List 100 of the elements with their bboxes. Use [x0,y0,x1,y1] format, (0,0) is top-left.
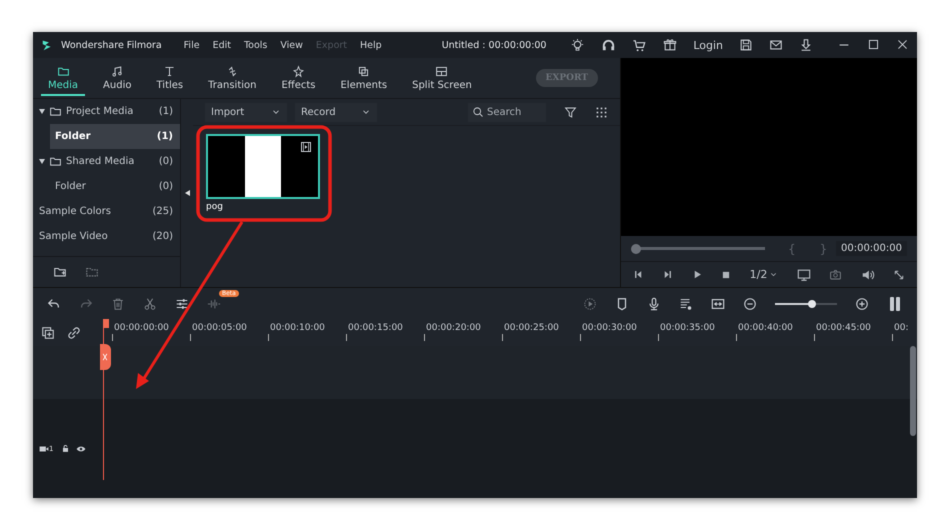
display-icon[interactable] [796,268,811,282]
trash-icon[interactable] [111,296,125,310]
close-icon[interactable] [896,38,909,51]
cart-icon[interactable] [632,38,648,52]
waveform-icon[interactable] [207,296,221,310]
new-folder-icon[interactable] [53,265,67,279]
ruler-tick [502,334,503,341]
item-count: (20) [152,231,173,242]
lock-icon[interactable] [61,444,70,453]
tab[interactable]: Effects [274,60,322,96]
zoom-out-icon[interactable] [743,296,757,310]
ruler-tick [658,334,659,341]
mail-icon[interactable] [769,38,783,52]
zoom-thumb[interactable] [808,300,816,308]
menu-item[interactable]: File [184,40,200,50]
pause-icon[interactable] [887,296,903,312]
layers-icon [357,64,370,78]
menu-item[interactable]: View [280,40,303,50]
sidebar-item[interactable]: Sample Colors (25) [33,199,180,224]
expand-arrow-icon[interactable] [39,159,45,164]
fullscreen-icon[interactable] [892,268,905,280]
scrollbar[interactable] [910,346,916,436]
x-icon [100,352,110,362]
sidebar-item[interactable]: Sample Video (20) [33,224,180,249]
link-icon[interactable] [67,326,81,340]
sidebar-item[interactable]: Folder (0) [33,174,180,199]
add-track-icon[interactable] [41,326,55,340]
slider-thumb[interactable] [631,244,641,254]
eye-icon[interactable] [76,444,86,454]
ruler-time-label: 00:00:45:00 [815,323,871,334]
sparkle-icon [292,64,305,78]
zoom-in-icon[interactable] [855,296,869,310]
undo-icon[interactable] [47,296,61,310]
collapse-arrow-icon[interactable] [184,190,190,196]
app-title: Wondershare Filmora [61,40,162,50]
import-dropdown[interactable]: Import [205,102,287,122]
download-icon[interactable] [799,38,813,52]
music-note-icon [110,64,124,78]
ruler-time-label: 00:00:05:00 [191,323,247,334]
tab[interactable]: Audio [96,60,138,96]
filter-icon[interactable] [564,106,577,118]
grid-icon[interactable] [595,106,608,118]
volume-icon[interactable] [860,268,875,282]
music-list-icon[interactable] [679,296,693,310]
split-screen-icon [435,64,448,78]
item-count: (1) [156,131,173,142]
menu-item[interactable]: Edit [212,40,231,50]
sidebar-item[interactable]: Shared Media (0) [33,149,180,174]
redo-icon[interactable] [79,296,93,310]
stop-icon[interactable] [721,270,732,280]
sidebar-label: Sample Colors [39,206,111,217]
sidebar-label: Project Media [66,106,134,117]
ruler-time-label: 00:00:30:00 [581,323,637,334]
camera-icon[interactable] [829,268,842,281]
sidebar-item[interactable]: Project Media (1) [33,99,180,124]
sidebar-item[interactable]: Folder (1) [50,124,180,149]
render-icon[interactable] [583,296,597,310]
ruler-tick [736,334,737,341]
marker-icon[interactable] [615,296,629,310]
sidebar-label: Shared Media [66,156,134,167]
tab[interactable]: Split Screen [405,60,479,96]
quality-dropdown[interactable]: 1/2 [750,268,778,281]
ruler-tick [190,334,191,341]
text-icon [163,64,176,78]
menu-item[interactable]: Help [360,40,382,50]
lightbulb-icon[interactable] [570,38,586,52]
microphone-icon[interactable] [647,296,661,310]
item-count: (1) [158,106,173,117]
save-icon[interactable] [739,38,753,52]
ruler-tick [814,334,815,341]
gift-icon[interactable] [663,38,678,52]
tab[interactable]: Media [41,60,86,96]
item-count: (25) [152,206,173,217]
headset-icon[interactable] [601,38,616,52]
folder-icon [49,105,62,118]
scissors-icon[interactable] [143,296,157,310]
record-dropdown[interactable]: Record [295,102,377,122]
tab[interactable]: Titles [149,60,190,96]
ruler-time-label: 00: [893,323,908,334]
fit-icon[interactable] [711,296,725,310]
menu-item[interactable]: Tools [244,40,268,50]
media-item[interactable]: pog [206,134,320,212]
tab[interactable]: Elements [333,60,394,96]
playhead[interactable] [100,319,111,480]
login-button[interactable]: Login [693,38,723,52]
expand-arrow-icon[interactable] [39,109,45,114]
folder-icon [49,155,62,168]
tab[interactable]: Transition [201,60,264,96]
sliders-icon[interactable] [175,296,189,310]
next-frame-icon[interactable] [662,269,674,280]
previous-frame-icon[interactable] [633,269,644,280]
sidebar-label: Sample Video [39,231,108,242]
maximize-icon[interactable] [867,38,880,51]
ruler-tick [268,334,269,341]
video-icon [39,444,49,454]
folder-icon[interactable] [85,265,99,279]
ruler-tick [112,334,113,341]
ruler-time-label: 00:00:10:00 [269,323,325,334]
ruler-tick [424,334,425,341]
search-field[interactable]: Search [468,102,546,122]
